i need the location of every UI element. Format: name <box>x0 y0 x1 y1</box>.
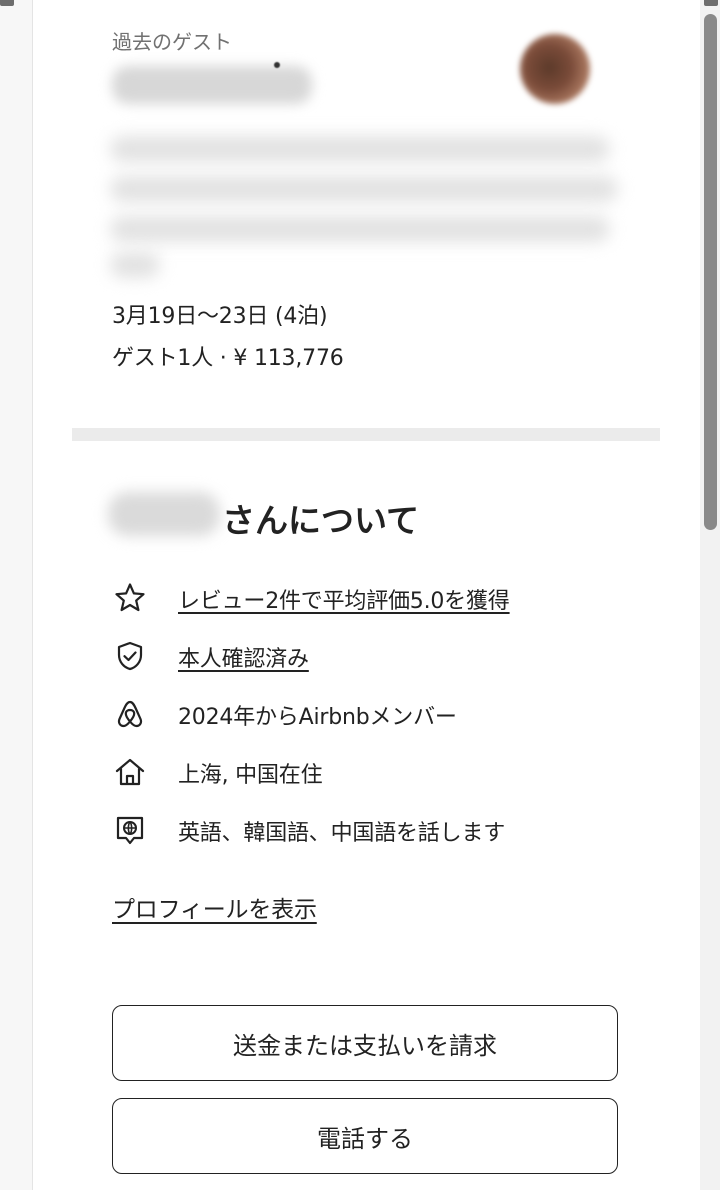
reviews-link[interactable]: レビュー2件で平均評価5.0を獲得 <box>178 583 510 615</box>
star-icon <box>112 580 148 616</box>
scrollbar-thumb[interactable] <box>704 14 717 530</box>
call-button[interactable]: 電話する <box>112 1098 618 1174</box>
location-text: 上海, 中国在住 <box>178 763 323 788</box>
home-icon <box>112 754 148 790</box>
info-row-location: 上海, 中国在住 <box>112 752 632 792</box>
info-row-member-since: 2024年からAirbnbメンバー <box>112 694 632 734</box>
guests-and-price: ゲスト1人 · ¥ 113,776 <box>112 346 344 371</box>
scroll-up-arrow[interactable] <box>704 0 718 6</box>
request-payment-button[interactable]: 送金または支払いを請求 <box>112 1005 618 1081</box>
shield-check-icon <box>112 638 148 674</box>
info-row-identity[interactable]: 本人確認済み <box>112 636 632 676</box>
left-gutter <box>0 0 32 1190</box>
stay-dates: 3月19日〜23日 (4泊) <box>112 304 328 329</box>
past-guest-label: 過去のゲスト <box>112 30 232 54</box>
resize-handle[interactable] <box>0 0 14 6</box>
globe-chat-icon <box>112 812 148 848</box>
scrollbar[interactable] <box>700 0 720 1190</box>
view-profile-link[interactable]: プロフィールを表示 <box>112 890 317 924</box>
guest-name-redacted <box>112 66 312 104</box>
guest-name-redacted-mark <box>274 62 280 68</box>
guest-avatar[interactable] <box>520 34 590 104</box>
about-heading: さんについて <box>222 501 420 540</box>
review-text-redacted <box>110 128 622 278</box>
section-divider <box>72 428 660 441</box>
identity-verified-link[interactable]: 本人確認済み <box>178 641 309 673</box>
airbnb-logo-icon <box>112 696 148 732</box>
member-since-text: 2024年からAirbnbメンバー <box>178 705 457 730</box>
info-row-languages: 英語、韓国語、中国語を話します <box>112 810 632 850</box>
info-row-reviews[interactable]: レビュー2件で平均評価5.0を獲得 <box>112 578 632 618</box>
host-name-redacted <box>108 492 220 536</box>
languages-text: 英語、韓国語、中国語を話します <box>178 821 506 846</box>
